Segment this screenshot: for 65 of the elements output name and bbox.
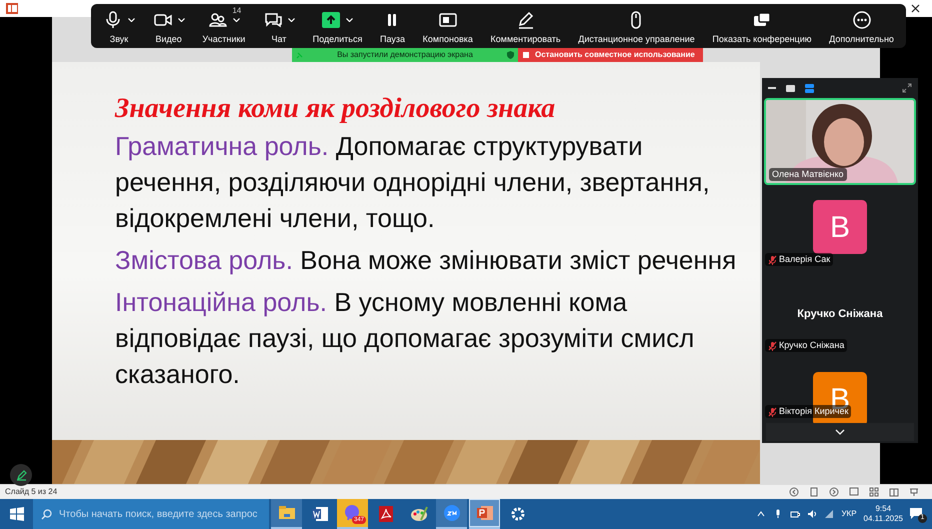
taskbar-app-button[interactable]	[436, 499, 467, 529]
powerpoint-icon	[474, 503, 494, 523]
slide-sorter-icon[interactable]	[869, 487, 879, 497]
caret-icon[interactable]	[232, 18, 240, 22]
toolbar-button[interactable]: Звук	[103, 8, 135, 44]
taskbar-app-button[interactable]	[271, 499, 302, 529]
participant-name: Валерія Сак	[779, 252, 830, 266]
stacked-view-icon[interactable]	[805, 84, 814, 92]
toolbar-button[interactable]: Компоновка	[422, 8, 473, 44]
search-icon	[41, 509, 52, 520]
zoom-app-icon	[442, 503, 462, 523]
minimize-icon[interactable]	[768, 86, 776, 90]
clock-time[interactable]: 9:54	[875, 504, 892, 514]
participant-name: Кручко Сніжана	[779, 338, 844, 352]
normal-view-icon[interactable]	[849, 487, 859, 497]
battery-icon[interactable]	[790, 509, 800, 519]
more-icon	[852, 10, 872, 30]
toolbar-button[interactable]: Дополнительно	[829, 8, 894, 44]
pen-icon	[16, 470, 26, 480]
language-indicator[interactable]: УКР	[841, 508, 857, 520]
next-icon[interactable]	[829, 487, 839, 497]
toolbar-button[interactable]: Дистанционное управление	[578, 8, 695, 44]
windows-logo-icon	[10, 507, 24, 521]
word-icon	[310, 504, 330, 524]
stop-sharing-button[interactable]: Остановить совместное использование	[518, 48, 703, 62]
slide-title: Значення коми як розділового знака	[115, 92, 556, 126]
previous-icon[interactable]	[789, 487, 799, 497]
volume-icon[interactable]	[807, 509, 818, 519]
square-icon[interactable]	[786, 84, 795, 92]
slide-counter: Слайд 5 из 24	[5, 486, 58, 498]
toolbar-button[interactable]: Пауза	[380, 8, 405, 44]
wifi-icon[interactable]	[824, 509, 834, 519]
sharing-status: Вы запустили демонстрацию экрана	[337, 49, 473, 61]
toolbar-button[interactable]: Чат	[262, 8, 295, 44]
palette-icon	[408, 504, 428, 524]
chevron-down-icon	[835, 429, 845, 435]
toolbar-button[interactable]: Видео	[152, 8, 185, 44]
slideshow-icon[interactable]	[909, 487, 919, 497]
taskbar-app-button[interactable]	[469, 499, 500, 529]
share-icon	[321, 10, 342, 28]
toolbar-button[interactable]: Поделиться	[312, 8, 362, 44]
search-field[interactable]: Чтобы начать поиск, введите здесь запрос	[33, 499, 269, 529]
pin-icon	[296, 52, 303, 58]
clock-date[interactable]: 04.11.2025	[864, 514, 903, 524]
toolbar-button[interactable]: Показать конференцию	[712, 8, 812, 44]
participant-name: Олена Матвієнко	[769, 168, 847, 181]
expand-icon[interactable]	[902, 83, 912, 93]
toolbar-button[interactable]: Комментировать	[490, 8, 561, 44]
participant-display-name: Кручко Сніжана	[797, 307, 883, 320]
slide-paragraph: Інтонаційна роль. В усному мовленні кома відповідає паузі, що допомагає зрозуміти смисл сказаного.	[115, 286, 696, 391]
slide-paragraph: Граматична роль. Допомагає структурувати речення, розділяючи однорідні члени, звертання, відокремлені члени, тощо.	[115, 130, 711, 235]
reading-view-icon[interactable]	[889, 487, 899, 497]
notes-icon[interactable]	[809, 487, 819, 497]
shield-icon	[506, 51, 514, 59]
powerpoint-icon	[6, 3, 18, 14]
annotate-button[interactable]	[10, 464, 32, 486]
caret-icon[interactable]	[346, 18, 354, 22]
caret-icon[interactable]	[288, 18, 295, 22]
caret-icon[interactable]	[128, 18, 135, 22]
slide-paragraph: Змістова роль. Вона може змінювати зміст речення	[115, 244, 738, 277]
stop-icon	[523, 52, 529, 58]
avatar: В	[813, 200, 867, 254]
close-icon[interactable]	[911, 4, 920, 13]
chevron-up-icon[interactable]	[756, 509, 766, 519]
caret-icon[interactable]	[178, 18, 185, 22]
